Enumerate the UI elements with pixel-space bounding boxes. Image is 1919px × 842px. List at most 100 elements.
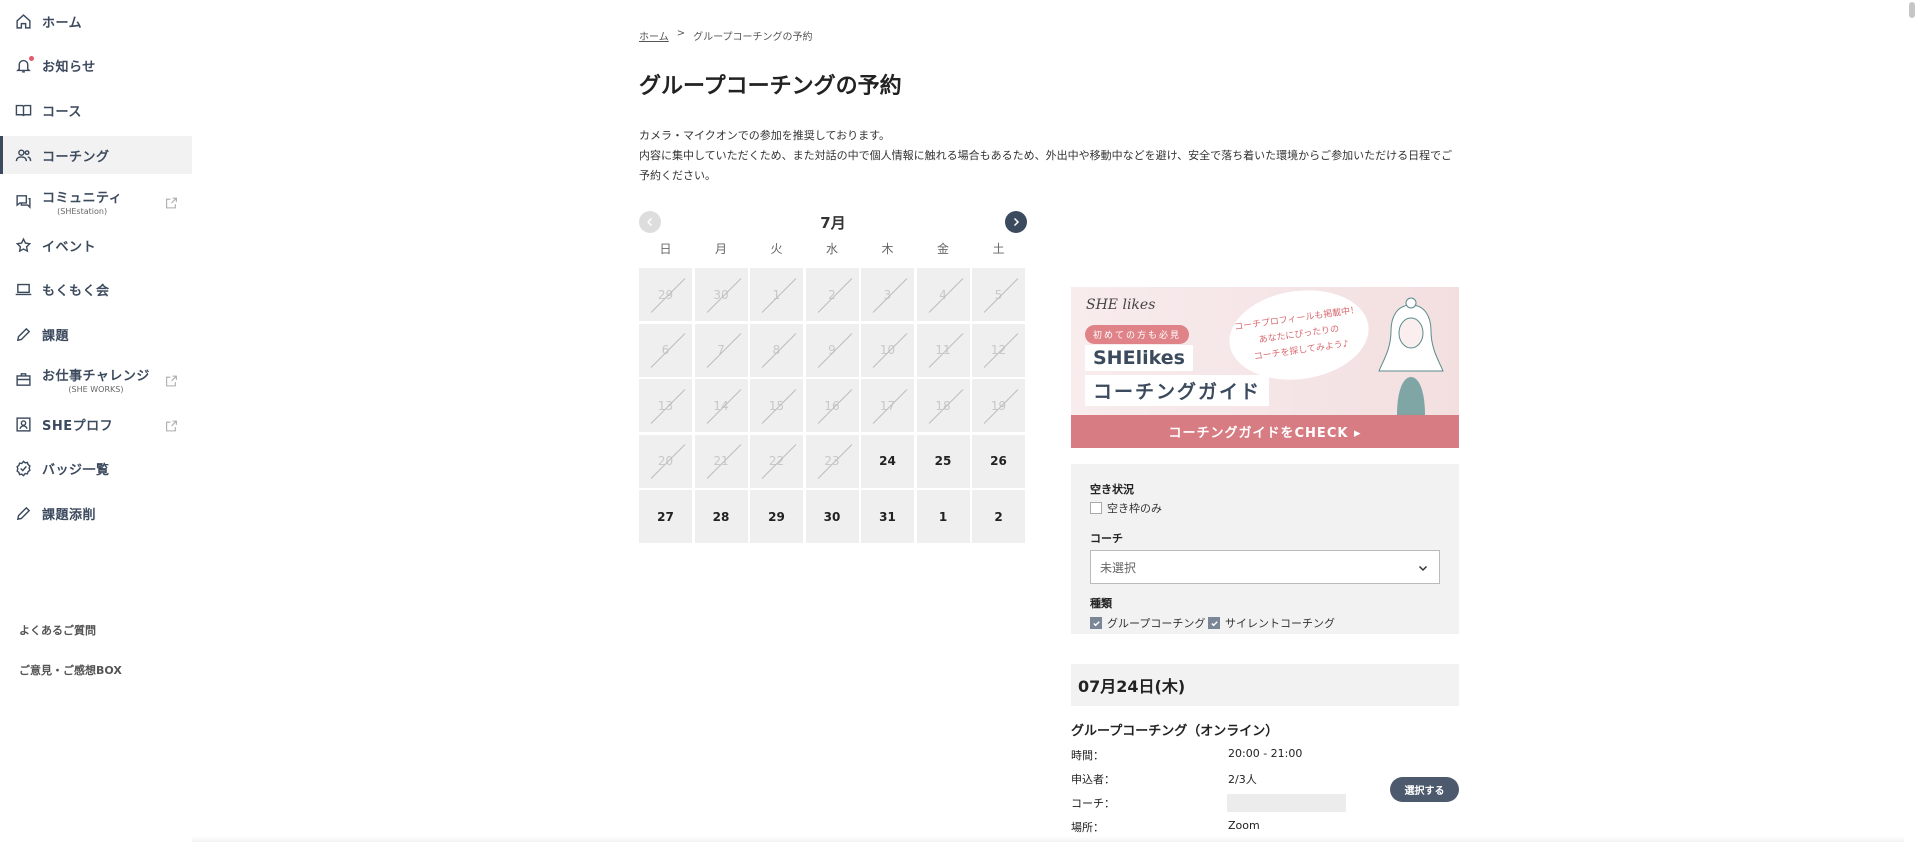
sidebar-item-label: バッジ一覧 [42,462,110,478]
laptop-icon [14,280,32,298]
calendar-day-available[interactable]: 24 [861,434,914,488]
sidebar-item-community[interactable]: コミュニティ (SHEstation) [0,182,192,220]
calendar-day-disabled: 8 [750,323,803,377]
chevron-right-icon [1013,217,1020,227]
profile-icon [14,415,32,433]
checkbox-box[interactable] [1090,617,1102,629]
pencil-icon [14,325,32,343]
banner-pill: 初めての方も必見 [1085,325,1190,344]
calendar-day-disabled: 30 [694,268,748,321]
intro-text: カメラ・マイクオンでの参加を推奨しております。 内容に集中していただくため、また… [639,126,1459,186]
sidebar-item-label: ホーム [42,15,83,31]
sidebar: ホーム お知らせ コース コーチング コミュニティ (SHEstation) イベ… [0,0,192,842]
next-month-button[interactable] [1005,211,1027,233]
calendar-days: 29 30 1 2 3 4 5 6 7 8 9 10 11 12 13 14 15 16 17 18 19 20 21 22 2… [639,268,1027,543]
intro-line: 内容に集中していただくため、また対話の中で個人情報に触れる場合もあるため、外出中… [639,149,1453,182]
coaching-guide-banner[interactable]: SHE likes 初めての方も必見 SHElikes コーチングガイド コーチ… [1071,287,1459,448]
external-link-icon [165,195,178,209]
sidebar-item-badges[interactable]: バッジ一覧 [0,449,192,487]
calendar-day-available[interactable]: 28 [694,490,748,543]
calendar-day-disabled: 13 [639,379,692,432]
availability-label: 空き状況 [1090,483,1134,496]
sidebar-item-notifications[interactable]: お知らせ [0,46,192,84]
pencil-icon [14,504,32,522]
select-session-button[interactable]: 選択する [1390,777,1459,802]
sidebar-item-she-prof[interactable]: SHEプロフ [0,405,192,443]
sidebar-item-review[interactable]: 課題添削 [0,494,192,532]
sidebar-item-she-works[interactable]: お仕事チャレンジ (SHE WORKS) [0,360,192,398]
calendar-day-available[interactable]: 2 [972,490,1025,543]
banner-speech-bubble: コーチプロフィールも掲載中！ あなたにぴったりの コーチを探してみよう♪ [1223,287,1375,389]
calendar-day-disabled: 3 [861,268,914,321]
sidebar-item-mokumoku[interactable]: もくもく会 [0,270,192,308]
sidebar-item-coaching[interactable]: コーチング [0,136,192,174]
sidebar-item-course[interactable]: コース [0,91,192,129]
scrollbar[interactable] [1904,0,1919,842]
star-icon [14,236,32,254]
session-coach-placeholder [1227,794,1346,812]
calendar-day-disabled: 9 [805,323,859,377]
briefcase-icon [14,370,32,388]
calendar-header: 7月 [639,210,1027,234]
illustration-person-icon [1378,297,1444,415]
weekday-label: 木 [881,242,894,256]
banner-cta[interactable]: コーチングガイドをCHECK ▸ [1071,415,1459,448]
calendar-day-disabled: 5 [972,268,1025,321]
bottom-shadow [192,836,1904,842]
sidebar-item-label: コーチング [42,149,110,165]
weekday-label: 月 [714,242,727,256]
calendar-day-available[interactable]: 25 [916,434,970,488]
sidebar-item-label: SHEプロフ [42,418,114,434]
feedback-link[interactable]: ご意見・ご感想BOX [19,662,122,678]
breadcrumb: ホーム > グループコーチングの予約 [639,28,813,43]
sidebar-item-event[interactable]: イベント [0,226,192,264]
filter-panel: 空き状況 空き枠のみ コーチ 未選択 種類 グループコーチング サイレントコーチ… [1071,464,1459,634]
calendar-day-available[interactable]: 31 [861,490,914,543]
book-icon [14,101,32,119]
calendar-day-available[interactable]: 29 [750,490,803,543]
silent-coaching-checkbox[interactable]: サイレントコーチング [1208,615,1335,631]
group-coaching-checkbox[interactable]: グループコーチング [1090,615,1205,631]
sidebar-item-label: もくもく会 [42,283,110,299]
external-link-icon [165,418,178,432]
calendar-day-available[interactable]: 27 [639,490,692,543]
weekday-label: 水 [825,242,838,256]
calendar-day-available[interactable]: 1 [916,490,970,543]
intro-line: カメラ・マイクオンでの参加を推奨しております。 [639,129,891,142]
bell-icon [14,56,34,74]
weekday-label: 日 [659,242,672,256]
availability-checkbox[interactable]: 空き枠のみ [1090,500,1162,516]
external-link-icon [165,373,178,387]
faq-link[interactable]: よくあるご質問 [19,622,96,638]
sidebar-item-sublabel: (SHE WORKS) [68,384,124,394]
calendar-day-available[interactable]: 26 [972,434,1025,488]
breadcrumb-home-link[interactable]: ホーム [639,28,669,43]
sidebar-item-label: イベント [42,239,97,255]
calendar-weekdays: 日月火水木金土 [639,240,1027,260]
sidebar-item-assignment[interactable]: 課題 [0,315,192,353]
sidebar-item-label: お仕事チャレンジ [42,368,150,384]
sidebar-item-home[interactable]: ホーム [0,2,192,40]
calendar-day-disabled: 1 [750,268,803,321]
calendar-day-disabled: 6 [639,323,692,377]
chat-icon [14,192,32,210]
calendar-day-disabled: 4 [916,268,970,321]
calendar-day-disabled: 29 [639,268,692,321]
session-time-value: 20:00 - 21:00 [1228,747,1303,760]
calendar-day-available[interactable]: 30 [805,490,859,543]
checkbox-label: グループコーチング [1107,617,1206,630]
chevron-down-icon [1418,565,1428,572]
calendar-day-disabled: 19 [972,379,1025,432]
calendar-day-disabled: 15 [750,379,803,432]
calendar-day-disabled: 23 [805,434,859,488]
banner-visual: SHE likes 初めての方も必見 SHElikes コーチングガイド コーチ… [1071,287,1459,415]
scrollbar-thumb[interactable] [1909,2,1915,18]
checkbox-box[interactable] [1208,617,1220,629]
coach-select[interactable]: 未選択 [1090,550,1440,584]
sidebar-item-label: コミュニティ [42,190,123,206]
checkbox-box[interactable] [1090,502,1102,514]
weekday-label: 土 [992,242,1005,256]
calendar-day-disabled: 7 [694,323,748,377]
unread-dot [29,56,34,61]
calendar-day-disabled: 22 [750,434,803,488]
